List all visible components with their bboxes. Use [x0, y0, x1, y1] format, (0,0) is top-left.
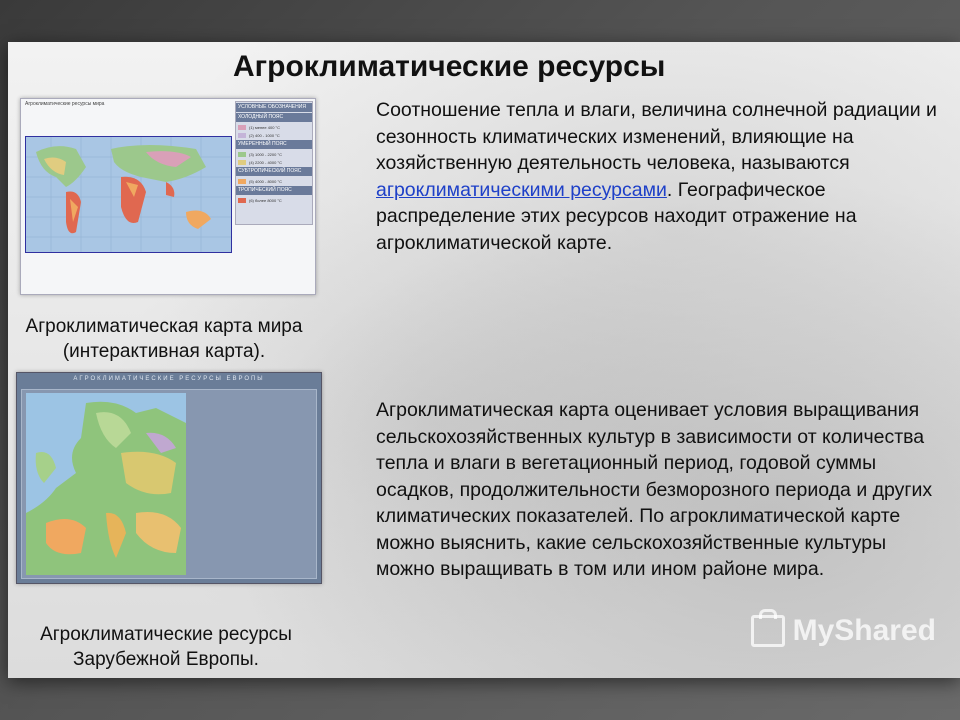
europe-map-image: [26, 393, 186, 575]
legend-swatch: [238, 159, 246, 165]
legend-swatch: [238, 151, 246, 157]
world-map-caption-line2: (интерактивная карта).: [62, 341, 266, 362]
europe-agroclimatic-map[interactable]: АГРОКЛИМАТИЧЕСКИЕ РЕСУРСЫ ЕВРОПЫ: [16, 372, 322, 584]
legend-zone: УМЕРЕННЫЙ ПОЯС: [236, 140, 312, 149]
legend-row: (4) 2200 - 4000 °C: [236, 158, 312, 166]
legend-zone: ТРОПИЧЕСКИЙ ПОЯС: [236, 186, 312, 195]
europe-map-header: АГРОКЛИМАТИЧЕСКИЕ РЕСУРСЫ ЕВРОПЫ: [73, 376, 265, 382]
bag-icon: [750, 609, 785, 647]
world-map-legend: УСЛОВНЫЕ ОБОЗНАЧЕНИЯ ХОЛОДНЫЙ ПОЯС (1) м…: [235, 101, 313, 225]
myshared-watermark: MyShared: [750, 609, 936, 648]
legend-title: УСЛОВНЫЕ ОБОЗНАЧЕНИЯ: [236, 103, 312, 112]
intro-text-start: Соотношение тепла и влаги, величина солн…: [376, 99, 937, 174]
map-description-paragraph: Агроклиматическая карта оценивает услови…: [376, 399, 933, 580]
legend-zone: СУБТРОПИЧЕСКИЙ ПОЯС: [236, 167, 312, 176]
legend-label: (4) 2200 - 4000 °C: [249, 159, 282, 165]
world-agroclimatic-map[interactable]: Агроклиматические ресурсы мира УСЛОВНЫЕ …: [20, 98, 316, 295]
legend-swatch: [238, 178, 246, 184]
legend-row: (2) 400 - 1000 °C: [236, 131, 312, 139]
europe-map-caption-line2: Зарубежной Европы.: [73, 649, 259, 670]
world-map-caption: Агроклиматическая карта мира (интерактив…: [8, 314, 320, 364]
agroclimatic-resources-link[interactable]: агроклиматическими ресурсами: [376, 179, 667, 201]
legend-row: (5) 4000 - 8000 °C: [236, 177, 312, 185]
europe-map-panel: [21, 389, 317, 579]
legend-row: (6) более 8000 °C: [236, 196, 312, 204]
world-map-image: [25, 136, 232, 253]
legend-label: (2) 400 - 1000 °C: [249, 132, 280, 138]
watermark-text: MyShared: [792, 614, 936, 647]
legend-label: (1) менее 400 °C: [249, 124, 281, 130]
legend-row: (3) 1000 - 2200 °C: [236, 150, 312, 158]
europe-map-caption-line1: Агроклиматические ресурсы: [40, 624, 292, 645]
legend-label: (6) более 8000 °C: [249, 197, 282, 203]
slide: Агроклиматические ресурсы Агроклиматичес…: [8, 42, 960, 678]
slide-title: Агроклиматические ресурсы: [233, 50, 666, 83]
legend-swatch: [238, 124, 246, 130]
legend-swatch: [238, 132, 246, 138]
europe-map-caption: Агроклиматические ресурсы Зарубежной Евр…: [16, 622, 316, 672]
legend-swatch: [238, 197, 246, 203]
legend-label: (5) 4000 - 8000 °C: [249, 178, 282, 184]
intro-paragraph: Соотношение тепла и влаги, величина солн…: [376, 97, 956, 256]
world-map-caption-line1: Агроклиматическая карта мира: [25, 316, 303, 337]
legend-row: (1) менее 400 °C: [236, 123, 312, 131]
legend-label: (3) 1000 - 2200 °C: [249, 151, 282, 157]
world-map-header: Агроклиматические ресурсы мира: [25, 101, 105, 107]
legend-zone: ХОЛОДНЫЙ ПОЯС: [236, 113, 312, 122]
